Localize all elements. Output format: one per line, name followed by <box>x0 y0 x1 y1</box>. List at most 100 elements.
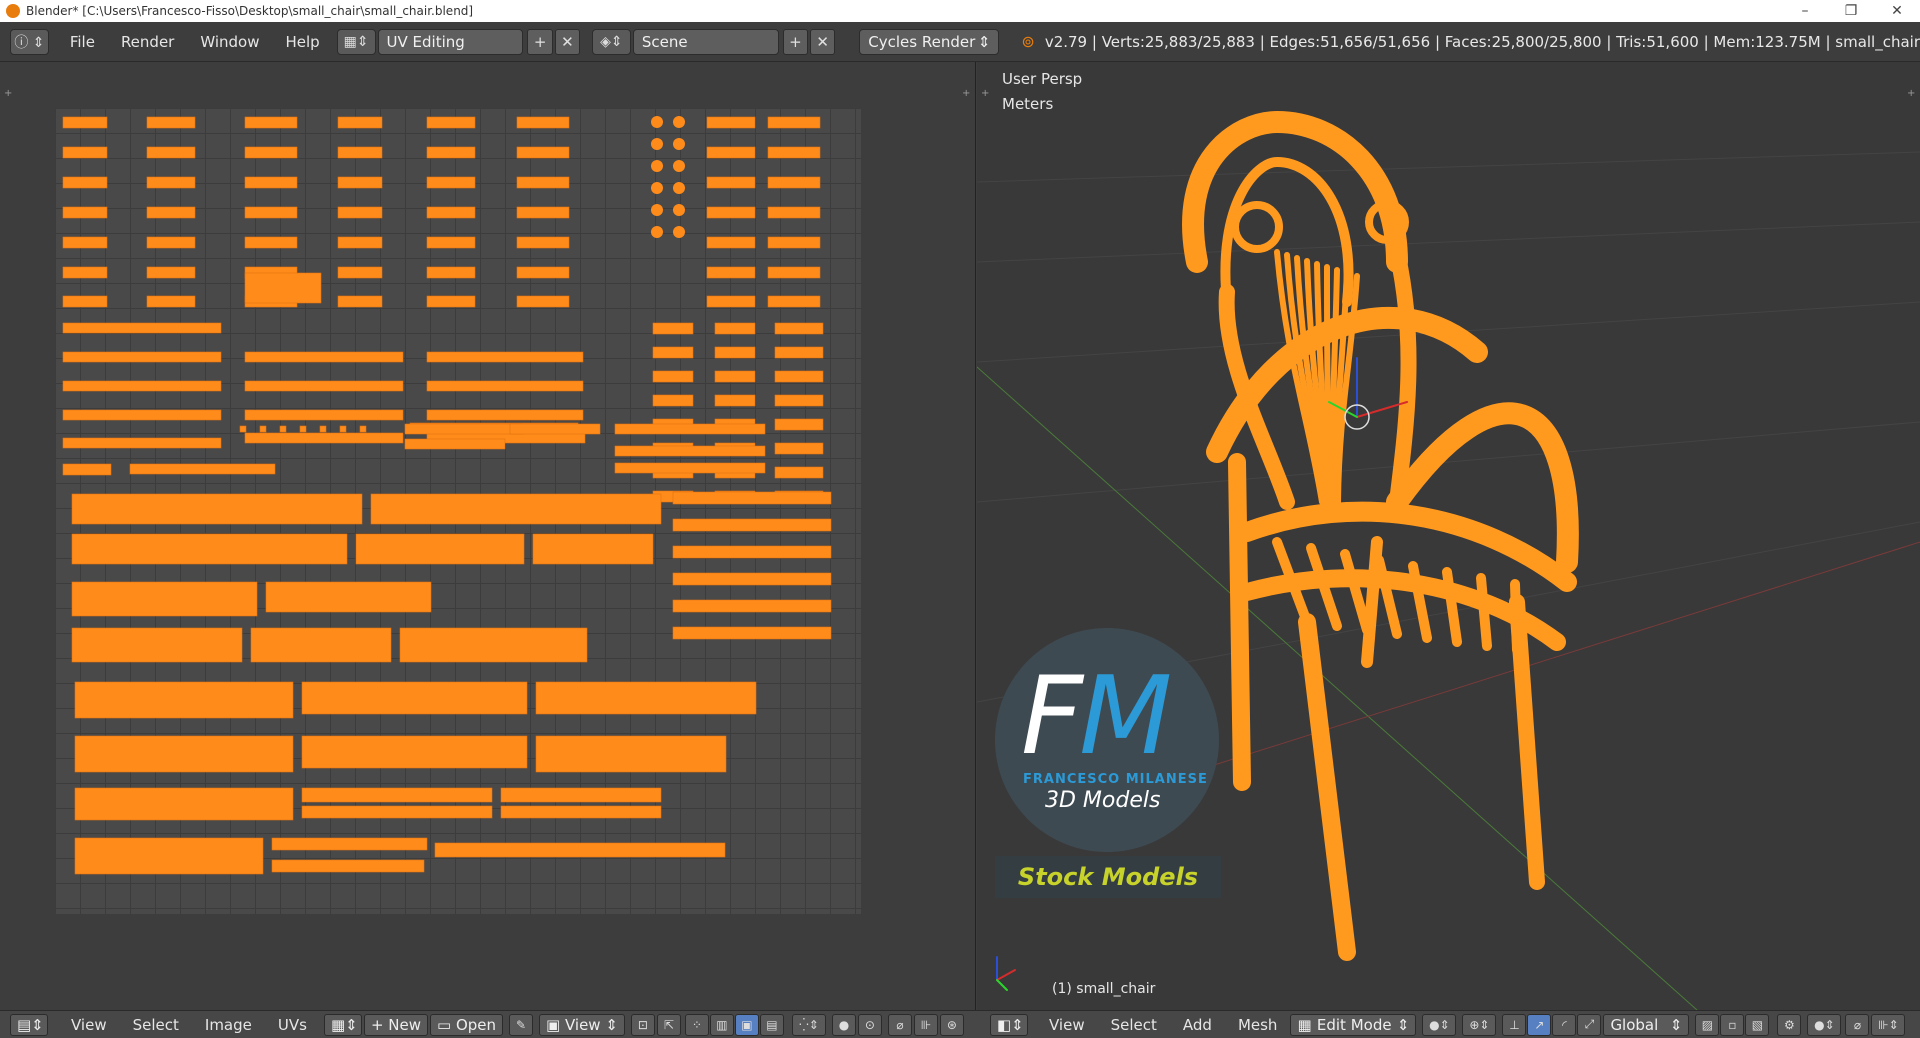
new-image-button[interactable]: + New <box>363 1013 428 1036</box>
uv-island <box>355 533 525 565</box>
remove-scene-icon[interactable]: ✕ <box>810 28 836 55</box>
uv-island <box>71 581 258 617</box>
uv-sculpt-icon[interactable]: ⊛ <box>939 1013 964 1036</box>
plus-icon: + <box>370 1015 389 1034</box>
menu-window[interactable]: Window <box>187 33 272 51</box>
pin-icon[interactable]: ✎ <box>509 1013 534 1036</box>
uv-grid[interactable] <box>55 108 861 914</box>
uv-island <box>706 295 756 308</box>
pivot-icon[interactable]: ⊡ <box>630 1013 655 1036</box>
region-toggle-icon[interactable]: + <box>1907 88 1915 99</box>
uv-island <box>62 116 108 129</box>
watermark-subtitle: 3D Models <box>1045 788 1161 813</box>
snap-icon[interactable]: ⊙ <box>857 1013 882 1036</box>
view-name: User Persp <box>1002 70 1083 88</box>
render-engine-label: Cycles Render <box>868 32 976 51</box>
uv-islands[interactable] <box>55 108 861 914</box>
view-mode-select[interactable]: ▣ View ⇕ <box>539 1013 625 1036</box>
uv-island <box>337 236 383 249</box>
uv-island <box>652 370 694 383</box>
editor-type-uv-icon[interactable]: ▤⇕ <box>10 1013 48 1036</box>
uv-editor-footer: ▤⇕ View Select Image UVs ▦⇕ + New ▭ Open… <box>0 1013 976 1036</box>
editor-type-info-button[interactable]: ⓘ ⇕ <box>10 28 49 55</box>
3d-menu-mesh[interactable]: Mesh <box>1225 1016 1291 1034</box>
blender-icon: ⊚ <box>1021 32 1035 51</box>
open-image-label: Open <box>455 1015 497 1034</box>
scene-field[interactable]: Scene <box>632 28 779 55</box>
uv-island <box>673 204 685 216</box>
edge-select-icon[interactable]: ▧ <box>1745 1013 1770 1036</box>
fm-watermark: FM FRANCESCO MILANESE 3D Models Stock Mo… <box>993 628 1223 898</box>
sync-selection-icon[interactable]: ⇱ <box>656 1013 681 1036</box>
3d-menu-select[interactable]: Select <box>1098 1016 1170 1034</box>
orientation-select[interactable]: Global ⇕ <box>1603 1013 1690 1036</box>
uv-menu-view[interactable]: View <box>58 1016 120 1034</box>
layer-icon[interactable]: ▨ <box>1695 1013 1720 1036</box>
uv-island <box>62 236 108 249</box>
screen-layout-field[interactable]: UV Editing <box>377 28 524 55</box>
menu-render[interactable]: Render <box>108 33 187 51</box>
uv-menu-select[interactable]: Select <box>120 1016 192 1034</box>
translate-icon[interactable]: ↗ <box>1527 1013 1552 1036</box>
remove-layout-icon[interactable]: ✕ <box>554 28 580 55</box>
pivot-point-icon[interactable]: ⊕⇕ <box>1462 1013 1497 1036</box>
sticky-selection-icon[interactable]: ⁛⇕ <box>791 1013 826 1036</box>
snap-toggle-icon[interactable]: ⌀ <box>887 1013 912 1036</box>
render-engine-select[interactable]: Cycles Render ⇕ <box>859 28 1000 55</box>
add-layout-icon[interactable]: + <box>527 28 553 55</box>
face-select-icon[interactable]: ▣ <box>734 1013 759 1036</box>
uv-island <box>672 572 832 586</box>
region-toggle-icon[interactable]: + <box>962 88 970 99</box>
uv-island <box>244 272 322 304</box>
rotate-icon[interactable]: ◜ <box>1552 1013 1577 1036</box>
chevron-updown-icon: ⇕ <box>1669 1015 1683 1034</box>
editor-type-3d-icon[interactable]: ◧⇕ <box>990 1013 1028 1036</box>
3d-menu-add[interactable]: Add <box>1170 1016 1225 1034</box>
vertex-select-icon[interactable]: ⁘ <box>684 1013 709 1036</box>
region-toggle-icon[interactable]: + <box>4 88 12 99</box>
menu-file[interactable]: File <box>57 33 108 51</box>
3d-menu-view[interactable]: View <box>1036 1016 1098 1034</box>
uv-island <box>767 176 821 189</box>
uv-island <box>516 116 570 129</box>
uv-island <box>672 491 832 505</box>
occlude-icon[interactable]: ⚙ <box>1777 1013 1802 1036</box>
uv-island <box>62 437 222 449</box>
snap-element-icon[interactable]: ⊪⇕ <box>1871 1013 1906 1036</box>
uv-island <box>516 295 570 308</box>
new-image-label: New <box>388 1015 421 1034</box>
close-icon[interactable]: ✕ <box>1874 0 1920 22</box>
region-toggle-icon[interactable]: + <box>981 88 989 99</box>
uv-image-editor[interactable]: + + <box>0 62 976 1010</box>
uv-island <box>337 116 383 129</box>
island-select-icon[interactable]: ▤ <box>759 1013 784 1036</box>
uv-island <box>319 425 327 433</box>
screen-layout-icon[interactable]: ▦⇕ <box>336 28 376 55</box>
uv-menu-image[interactable]: Image <box>192 1016 265 1034</box>
uv-island <box>279 425 287 433</box>
shading-icon[interactable]: ●⇕ <box>1422 1013 1457 1036</box>
scale-icon[interactable]: ⤢ <box>1577 1013 1602 1036</box>
uv-island <box>426 295 476 308</box>
uv-island <box>673 182 685 194</box>
restore-icon[interactable]: ❐ <box>1828 0 1874 22</box>
minimize-icon[interactable]: – <box>1782 0 1828 22</box>
mode-select[interactable]: ▦ Edit Mode ⇕ <box>1290 1013 1417 1036</box>
scene-icon[interactable]: ◈⇕ <box>592 28 631 55</box>
uv-island <box>651 138 663 150</box>
proportional-edit-icon[interactable]: ● <box>831 1013 856 1036</box>
chair-mesh <box>1228 453 1251 791</box>
uv-island <box>426 146 476 159</box>
uv-island <box>62 266 108 279</box>
snap-toggle-icon[interactable]: ⌀ <box>1845 1013 1870 1036</box>
manipulator-icon[interactable]: ⊥ <box>1502 1013 1527 1036</box>
proportional-icon[interactable]: ●⇕ <box>1807 1013 1842 1036</box>
vertex-select-icon[interactable]: ▫ <box>1720 1013 1745 1036</box>
edge-select-icon[interactable]: ▥ <box>709 1013 734 1036</box>
snap-target-icon[interactable]: ⊪ <box>913 1013 938 1036</box>
menu-help[interactable]: Help <box>273 33 333 51</box>
uv-menu-uvs[interactable]: UVs <box>265 1016 320 1034</box>
open-image-button[interactable]: ▭ Open <box>430 1013 504 1036</box>
image-browse-icon[interactable]: ▦⇕ <box>323 1013 362 1036</box>
add-scene-icon[interactable]: + <box>782 28 809 55</box>
